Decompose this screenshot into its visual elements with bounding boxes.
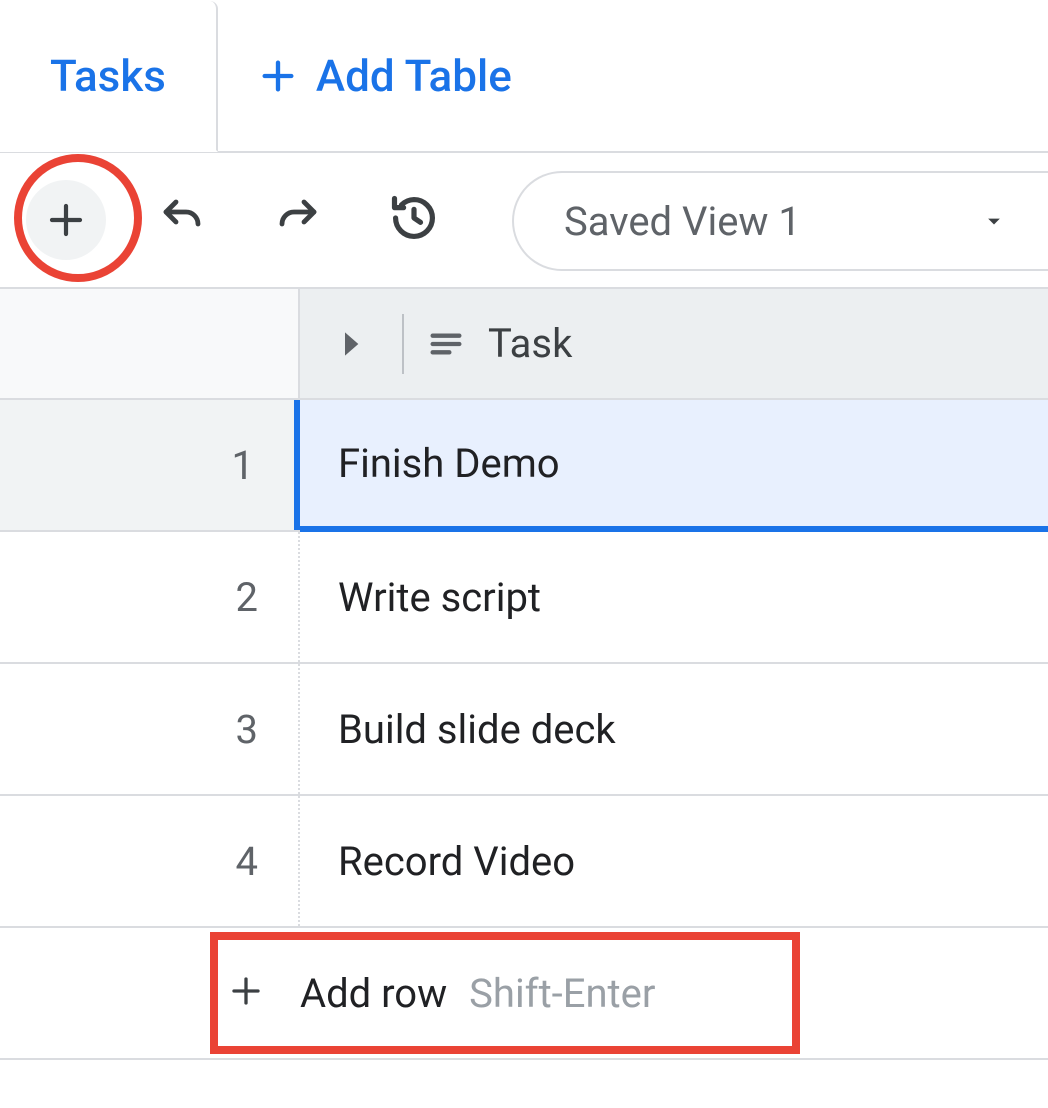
table-tabs: Tasks Add Table xyxy=(0,0,1048,153)
row-number: 4 xyxy=(0,796,300,926)
column-header-task[interactable]: Task xyxy=(300,289,1048,398)
history-icon xyxy=(388,192,440,248)
cell-task[interactable]: Record Video xyxy=(300,796,1048,926)
label-icon xyxy=(340,324,380,364)
plus-icon xyxy=(45,199,87,241)
redo-icon xyxy=(274,194,322,246)
cell-task[interactable]: Build slide deck xyxy=(300,664,1048,794)
table-row[interactable]: 1 Finish Demo xyxy=(0,400,1048,532)
plus-icon xyxy=(228,973,264,1013)
add-row-footer[interactable]: Add row Shift-Enter xyxy=(0,928,1048,1060)
table-header: Task xyxy=(0,289,1048,400)
tab-label: Tasks xyxy=(50,50,166,102)
row-number: 3 xyxy=(0,664,300,794)
table-row[interactable]: 4 Record Video xyxy=(0,796,1048,928)
table-row[interactable]: 3 Build slide deck xyxy=(0,664,1048,796)
add-table-label: Add Table xyxy=(316,50,512,102)
table-row[interactable]: 2 Write script xyxy=(0,532,1048,664)
redo-button[interactable] xyxy=(258,180,338,260)
column-label: Task xyxy=(488,320,572,367)
add-row-hint: Shift-Enter xyxy=(469,970,655,1017)
row-number-header xyxy=(0,289,300,398)
divider xyxy=(402,314,404,374)
table: Task 1 Finish Demo 2 Write script 3 Buil… xyxy=(0,289,1048,1060)
view-label: Saved View 1 xyxy=(564,198,801,245)
cell-task[interactable]: Finish Demo xyxy=(300,400,1048,532)
history-button[interactable] xyxy=(374,180,454,260)
saved-view-dropdown[interactable]: Saved View 1 xyxy=(512,171,1048,271)
plus-icon xyxy=(258,56,298,96)
tab-tasks[interactable]: Tasks xyxy=(0,1,218,152)
cell-task[interactable]: Write script xyxy=(300,532,1048,662)
caret-down-icon xyxy=(980,198,1008,245)
row-number: 1 xyxy=(0,400,300,530)
text-column-icon xyxy=(426,324,466,364)
add-table-button[interactable]: Add Table xyxy=(218,50,552,102)
add-row-label: Add row xyxy=(300,970,447,1017)
undo-icon xyxy=(158,194,206,246)
add-row-button[interactable] xyxy=(26,180,106,260)
toolbar: Saved View 1 xyxy=(0,153,1048,289)
undo-button[interactable] xyxy=(142,180,222,260)
row-number: 2 xyxy=(0,532,300,662)
